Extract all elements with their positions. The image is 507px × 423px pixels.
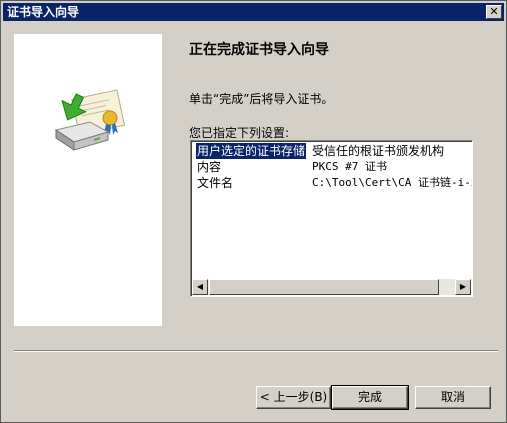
scrollbar-thumb[interactable] [209, 279, 439, 295]
close-button[interactable]: ✕ [486, 5, 502, 19]
close-icon: ✕ [489, 5, 499, 18]
finish-button[interactable]: 完成 [331, 385, 409, 410]
list-item[interactable]: 文件名 C:\Tool\Cert\CA 证书链-i-x- [193, 175, 473, 191]
dialog-window: 证书导入向导 ✕ 正在完成证书导入向导 单击“完成”后将导入证书。 您已指定下列… [0, 0, 507, 423]
setting-key: 内容 [197, 160, 222, 174]
scroll-right-button[interactable]: ▶ [455, 279, 471, 295]
wizard-content: 正在完成证书导入向导 单击“完成”后将导入证书。 您已指定下列设置: 用户选定的… [3, 23, 504, 367]
window-title: 证书导入向导 [7, 5, 80, 19]
horizontal-scrollbar[interactable]: ◀ ▶ [192, 279, 471, 295]
setting-key: 用户选定的证书存储 [196, 143, 307, 159]
divider [14, 350, 498, 352]
certificate-import-icon [54, 89, 126, 151]
triangle-left-icon: ◀ [196, 282, 204, 291]
wizard-side-panel [14, 34, 162, 326]
back-button[interactable]: < 上一步(B) [256, 386, 331, 409]
title-bar[interactable]: 证书导入向导 ✕ [3, 3, 504, 21]
list-item[interactable]: 用户选定的证书存储 受信任的根证书颁发机构 [193, 143, 470, 159]
setting-value: PKCS #7 证书 [312, 160, 387, 173]
setting-value: 受信任的根证书颁发机构 [312, 144, 445, 158]
settings-list[interactable]: 用户选定的证书存储 受信任的根证书颁发机构 内容 PKCS #7 证书 文件名 … [190, 140, 473, 297]
list-item[interactable]: 内容 PKCS #7 证书 [193, 159, 470, 175]
triangle-right-icon: ▶ [459, 282, 467, 291]
scroll-left-button[interactable]: ◀ [192, 279, 208, 295]
cancel-button[interactable]: 取消 [415, 386, 491, 409]
wizard-message: 单击“完成”后将导入证书。 [189, 92, 334, 106]
settings-label: 您已指定下列设置: [189, 126, 290, 140]
wizard-heading: 正在完成证书导入向导 [189, 42, 329, 58]
setting-value: C:\Tool\Cert\CA 证书链-i-x- [312, 176, 473, 189]
setting-key: 文件名 [197, 176, 234, 190]
